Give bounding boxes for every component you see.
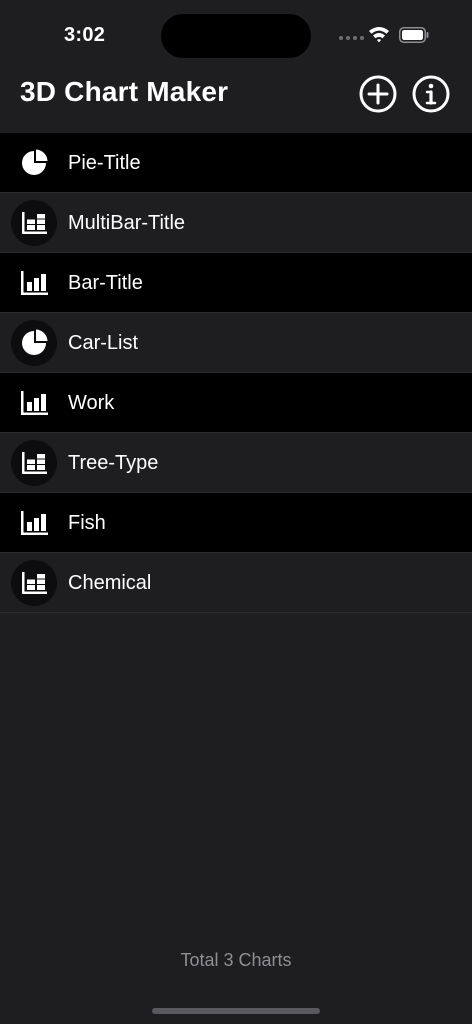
chart-list-item-label: Bar-Title [68, 272, 143, 294]
home-indicator[interactable] [152, 1008, 320, 1014]
total-charts-label: Total 3 Charts [180, 950, 292, 970]
chart-list-item[interactable]: Tree-Type [0, 433, 472, 493]
cellular-signal-icon [339, 36, 364, 40]
chart-list-item-label: Work [68, 392, 115, 414]
chart-list-item-label: Pie-Title [68, 152, 141, 174]
multibar-chart-icon [11, 440, 57, 486]
status-bar: 3:02 [0, 0, 472, 60]
battery-icon [399, 27, 429, 43]
plus-circle-icon [359, 75, 397, 113]
bar-chart-icon [11, 260, 57, 306]
chart-list-item-label: Tree-Type [68, 452, 159, 474]
wifi-icon [369, 27, 389, 43]
chart-list-item[interactable]: Car-List [0, 313, 472, 373]
chart-list-item-label: Car-List [68, 332, 139, 354]
status-time: 3:02 [64, 24, 106, 46]
chart-list-item-label: Fish [68, 512, 106, 534]
page-title: 3D Chart Maker [20, 76, 229, 107]
chart-list: Pie-Title MultiBar-Title Bar-Title Car-List… [0, 133, 472, 613]
chart-list-item[interactable]: Chemical [0, 553, 472, 613]
multibar-chart-icon [11, 560, 57, 606]
chart-list-item[interactable]: Work [0, 373, 472, 433]
add-chart-button[interactable] [358, 74, 398, 114]
chart-list-item[interactable]: Pie-Title [0, 133, 472, 193]
chart-list-item-label: Chemical [68, 572, 152, 594]
chart-list-item[interactable]: MultiBar-Title [0, 193, 472, 253]
chart-list-item[interactable]: Fish [0, 493, 472, 553]
bar-chart-icon [11, 380, 57, 426]
nav-header: 3D Chart Maker [0, 66, 472, 126]
pie-chart-icon [11, 140, 57, 186]
pie-chart-icon [11, 320, 57, 366]
chart-list-item[interactable]: Bar-Title [0, 253, 472, 313]
multibar-chart-icon [11, 200, 57, 246]
info-button[interactable] [411, 74, 451, 114]
info-circle-icon [412, 75, 450, 113]
dynamic-island [161, 14, 311, 58]
chart-list-item-label: MultiBar-Title [68, 212, 186, 234]
bar-chart-icon [11, 500, 57, 546]
